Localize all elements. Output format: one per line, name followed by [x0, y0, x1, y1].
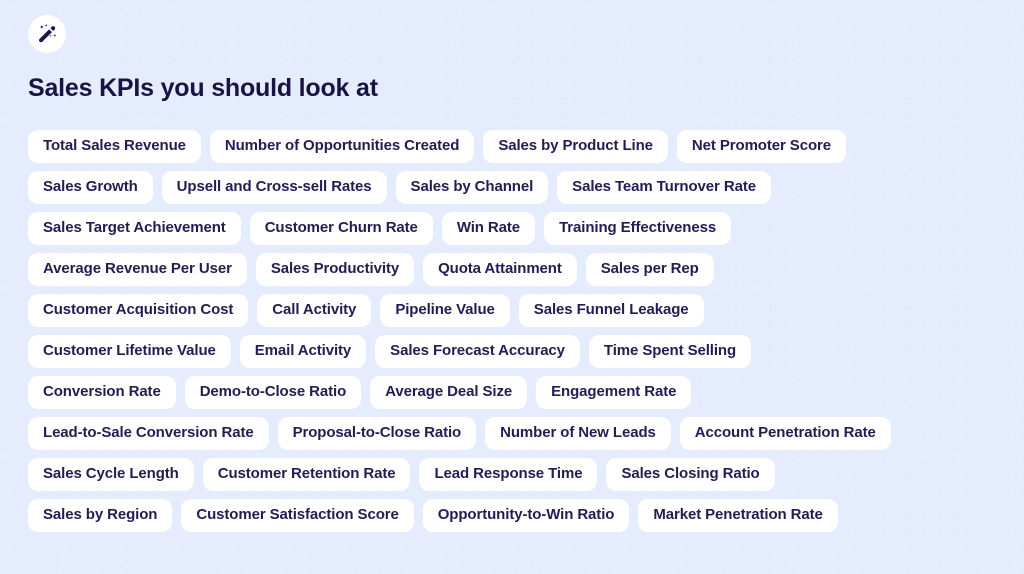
kpi-pill-list: Total Sales Revenue Number of Opportunit…	[28, 130, 996, 532]
magic-wand-icon-badge	[28, 15, 66, 53]
kpi-row: Total Sales Revenue Number of Opportunit…	[28, 130, 996, 163]
kpi-pill[interactable]: Sales Growth	[28, 171, 153, 204]
kpi-pill[interactable]: Email Activity	[239, 335, 367, 368]
kpi-pill[interactable]: Net Promoter Score	[676, 130, 846, 163]
kpi-row: Customer Lifetime Value Email Activity S…	[28, 335, 996, 368]
kpi-pill[interactable]: Customer Satisfaction Score	[181, 499, 414, 532]
kpi-pill[interactable]: Customer Lifetime Value	[28, 335, 231, 368]
kpi-pill[interactable]: Lead-to-Sale Conversion Rate	[28, 417, 269, 450]
kpi-pill[interactable]: Sales Closing Ratio	[606, 458, 775, 491]
kpi-row: Sales Target Achievement Customer Churn …	[28, 212, 996, 245]
kpi-row: Sales Cycle Length Customer Retention Ra…	[28, 458, 996, 491]
kpi-pill[interactable]: Sales Team Turnover Rate	[557, 171, 771, 204]
kpi-pill[interactable]: Average Deal Size	[370, 376, 528, 409]
kpi-pill[interactable]: Training Effectiveness	[544, 212, 732, 245]
kpi-pill[interactable]: Sales per Rep	[585, 253, 714, 286]
kpi-pill[interactable]: Sales Productivity	[255, 253, 415, 286]
page-container: Sales KPIs you should look at Total Sale…	[0, 0, 1024, 532]
magic-wand-icon	[36, 23, 58, 45]
kpi-pill[interactable]: Account Penetration Rate	[679, 417, 891, 450]
kpi-pill[interactable]: Sales Target Achievement	[28, 212, 241, 245]
kpi-pill[interactable]: Upsell and Cross-sell Rates	[161, 171, 387, 204]
kpi-row: Sales by Region Customer Satisfaction Sc…	[28, 499, 996, 532]
kpi-pill[interactable]: Demo-to-Close Ratio	[184, 376, 362, 409]
kpi-pill[interactable]: Customer Acquisition Cost	[28, 294, 249, 327]
kpi-pill[interactable]: Sales Forecast Accuracy	[375, 335, 580, 368]
kpi-pill[interactable]: Win Rate	[441, 212, 536, 245]
kpi-pill[interactable]: Average Revenue Per User	[28, 253, 247, 286]
kpi-pill[interactable]: Sales by Region	[28, 499, 173, 532]
kpi-pill[interactable]: Opportunity-to-Win Ratio	[422, 499, 630, 532]
kpi-pill[interactable]: Sales Cycle Length	[28, 458, 194, 491]
kpi-pill[interactable]: Call Activity	[257, 294, 372, 327]
kpi-row: Lead-to-Sale Conversion Rate Proposal-to…	[28, 417, 996, 450]
kpi-row: Sales Growth Upsell and Cross-sell Rates…	[28, 171, 996, 204]
kpi-row: Average Revenue Per User Sales Productiv…	[28, 253, 996, 286]
kpi-pill[interactable]: Quota Attainment	[423, 253, 577, 286]
kpi-pill[interactable]: Customer Churn Rate	[249, 212, 433, 245]
kpi-pill[interactable]: Pipeline Value	[380, 294, 510, 327]
kpi-pill[interactable]: Time Spent Selling	[588, 335, 752, 368]
kpi-pill[interactable]: Engagement Rate	[536, 376, 692, 409]
kpi-row: Customer Acquisition Cost Call Activity …	[28, 294, 996, 327]
kpi-row: Conversion Rate Demo-to-Close Ratio Aver…	[28, 376, 996, 409]
kpi-pill[interactable]: Market Penetration Rate	[638, 499, 838, 532]
header: Sales KPIs you should look at	[28, 15, 996, 103]
kpi-pill[interactable]: Lead Response Time	[419, 458, 598, 491]
kpi-pill[interactable]: Sales by Product Line	[483, 130, 668, 163]
kpi-pill[interactable]: Proposal-to-Close Ratio	[277, 417, 477, 450]
kpi-pill[interactable]: Sales Funnel Leakage	[518, 294, 704, 327]
kpi-pill[interactable]: Number of New Leads	[485, 417, 671, 450]
kpi-pill[interactable]: Total Sales Revenue	[28, 130, 201, 163]
kpi-pill[interactable]: Customer Retention Rate	[202, 458, 411, 491]
kpi-pill[interactable]: Conversion Rate	[28, 376, 176, 409]
kpi-pill[interactable]: Number of Opportunities Created	[209, 130, 475, 163]
kpi-pill[interactable]: Sales by Channel	[395, 171, 549, 204]
page-title: Sales KPIs you should look at	[28, 74, 378, 102]
